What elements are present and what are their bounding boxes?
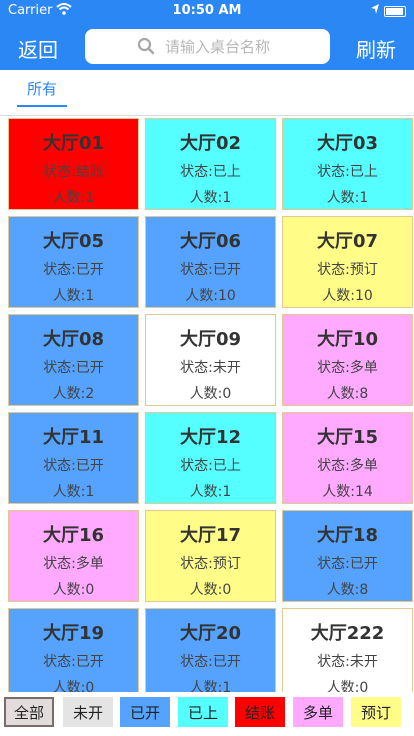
table-card[interactable]: 大厅15 状态:多单人数:14 <box>282 412 413 504</box>
table-status: 状态:未开 <box>317 654 378 670</box>
table-guest-count: 人数:1 <box>189 680 232 692</box>
table-card[interactable]: 大厅11 状态:已开人数:1 <box>8 412 139 504</box>
table-status: 状态:已开 <box>317 556 378 572</box>
table-guest-count: 人数:1 <box>52 190 95 206</box>
status-bar: Carrier 10:50 AM <box>0 0 414 22</box>
table-card[interactable]: 大厅16 状态:多单人数:0 <box>8 510 139 602</box>
table-name: 大厅17 <box>179 525 242 546</box>
table-name: 大厅09 <box>179 329 242 350</box>
table-card[interactable]: 大厅17 状态:预订人数:0 <box>145 510 276 602</box>
table-card[interactable]: 大厅19 状态:已开人数:0 <box>8 608 139 692</box>
table-status: 状态:多单 <box>317 360 378 376</box>
table-card[interactable]: 大厅01 状态:结账人数:1 <box>8 118 139 210</box>
table-card[interactable]: 大厅07 状态:预订人数:10 <box>282 216 413 308</box>
battery-icon <box>384 6 406 17</box>
filter-status-2[interactable]: 已开 <box>120 697 170 727</box>
table-card[interactable]: 大厅08 状态:已开人数:2 <box>8 314 139 406</box>
table-card[interactable]: 大厅03 状态:已上人数:1 <box>282 118 413 210</box>
table-guest-count: 人数:0 <box>189 386 232 402</box>
table-status: 状态:已上 <box>180 164 241 180</box>
table-status: 状态:已开 <box>43 654 104 670</box>
table-guest-count: 人数:1 <box>326 190 369 206</box>
table-guest-count: 人数:1 <box>52 288 95 304</box>
table-guest-count: 人数:1 <box>189 190 232 206</box>
table-name: 大厅03 <box>316 133 379 154</box>
table-card[interactable]: 大厅12 状态:已上人数:1 <box>145 412 276 504</box>
table-status: 状态:预订 <box>317 262 378 278</box>
table-status: 状态:已上 <box>180 458 241 474</box>
table-guest-count: 人数:10 <box>322 288 373 304</box>
table-card[interactable]: 大厅05 状态:已开人数:1 <box>8 216 139 308</box>
filter-status-5[interactable]: 多单 <box>293 697 343 727</box>
table-status: 状态:已开 <box>43 458 104 474</box>
table-guest-count: 人数:0 <box>52 680 95 692</box>
back-button[interactable]: 返回 <box>18 34 58 63</box>
table-status: 状态:已开 <box>180 654 241 670</box>
table-card[interactable]: 大厅222 状态:未开人数:0 <box>282 608 413 692</box>
filter-status-3[interactable]: 已上 <box>178 697 228 727</box>
table-guest-count: 人数:14 <box>322 484 373 500</box>
status-filter-bar: 全部 未开 已开 已上 结账 多单 预订 <box>0 693 414 736</box>
table-status: 状态:多单 <box>43 556 104 572</box>
table-guest-count: 人数:10 <box>185 288 236 304</box>
table-status: 状态:已上 <box>317 164 378 180</box>
table-grid: 大厅01 状态:结账 人数:1 大厅02 状态:已上 人数:1 大厅03 状态:已上 人数:1 大… <box>8 118 414 692</box>
table-name: 大厅07 <box>316 231 379 252</box>
table-name: 大厅11 <box>42 427 105 448</box>
table-name: 大厅02 <box>179 133 242 154</box>
search-icon <box>137 37 155 55</box>
filter-status-6[interactable]: 预订 <box>351 697 401 727</box>
table-name: 大厅20 <box>179 623 242 644</box>
table-name: 大厅08 <box>42 329 105 350</box>
table-name: 大厅15 <box>316 427 379 448</box>
table-guest-count: 人数:1 <box>52 484 95 500</box>
table-status: 状态:已开 <box>180 262 241 278</box>
table-guest-count: 人数:0 <box>52 582 95 598</box>
table-guest-count: 人数:8 <box>326 582 369 598</box>
table-status: 状态:未开 <box>180 360 241 376</box>
tab-all[interactable]: 所有 <box>17 78 67 107</box>
tab-bar: 所有 <box>0 70 414 116</box>
table-status: 状态:多单 <box>317 458 378 474</box>
refresh-button[interactable]: 刷新 <box>356 34 396 63</box>
table-name: 大厅19 <box>42 623 105 644</box>
table-card[interactable]: 大厅09 状态:未开人数:0 <box>145 314 276 406</box>
table-name: 大厅16 <box>42 525 105 546</box>
clock-label: 10:50 AM <box>172 3 242 18</box>
filter-all[interactable]: 全部 <box>4 697 54 727</box>
table-card[interactable]: 大厅10 状态:多单人数:8 <box>282 314 413 406</box>
table-name: 大厅05 <box>42 231 105 252</box>
table-name: 大厅06 <box>179 231 242 252</box>
table-card[interactable]: 大厅02 状态:已上人数:1 <box>145 118 276 210</box>
filter-status-4[interactable]: 结账 <box>235 697 285 727</box>
search-input[interactable] <box>165 29 325 64</box>
table-name: 大厅10 <box>316 329 379 350</box>
nav-header: Carrier 10:50 AM 返回 刷新 <box>0 0 414 70</box>
filter-status-1[interactable]: 未开 <box>63 697 113 727</box>
table-guest-count: 人数:1 <box>189 484 232 500</box>
table-card[interactable]: 大厅06 状态:已开人数:10 <box>145 216 276 308</box>
search-box[interactable] <box>85 29 330 64</box>
table-guest-count: 人数:2 <box>52 386 95 402</box>
table-status: 状态:预订 <box>180 556 241 572</box>
table-card[interactable]: 大厅20 状态:已开人数:1 <box>145 608 276 692</box>
table-name: 大厅12 <box>179 427 242 448</box>
table-card[interactable]: 大厅18 状态:已开人数:8 <box>282 510 413 602</box>
table-guest-count: 人数:0 <box>326 680 369 692</box>
table-status: 状态:结账 <box>43 164 104 180</box>
table-guest-count: 人数:0 <box>189 582 232 598</box>
table-name: 大厅18 <box>316 525 379 546</box>
location-icon <box>370 3 380 19</box>
table-name: 大厅222 <box>310 623 385 644</box>
table-status: 状态:已开 <box>43 360 104 376</box>
table-guest-count: 人数:8 <box>326 386 369 402</box>
table-status: 状态:已开 <box>43 262 104 278</box>
table-name: 大厅01 <box>42 133 105 154</box>
